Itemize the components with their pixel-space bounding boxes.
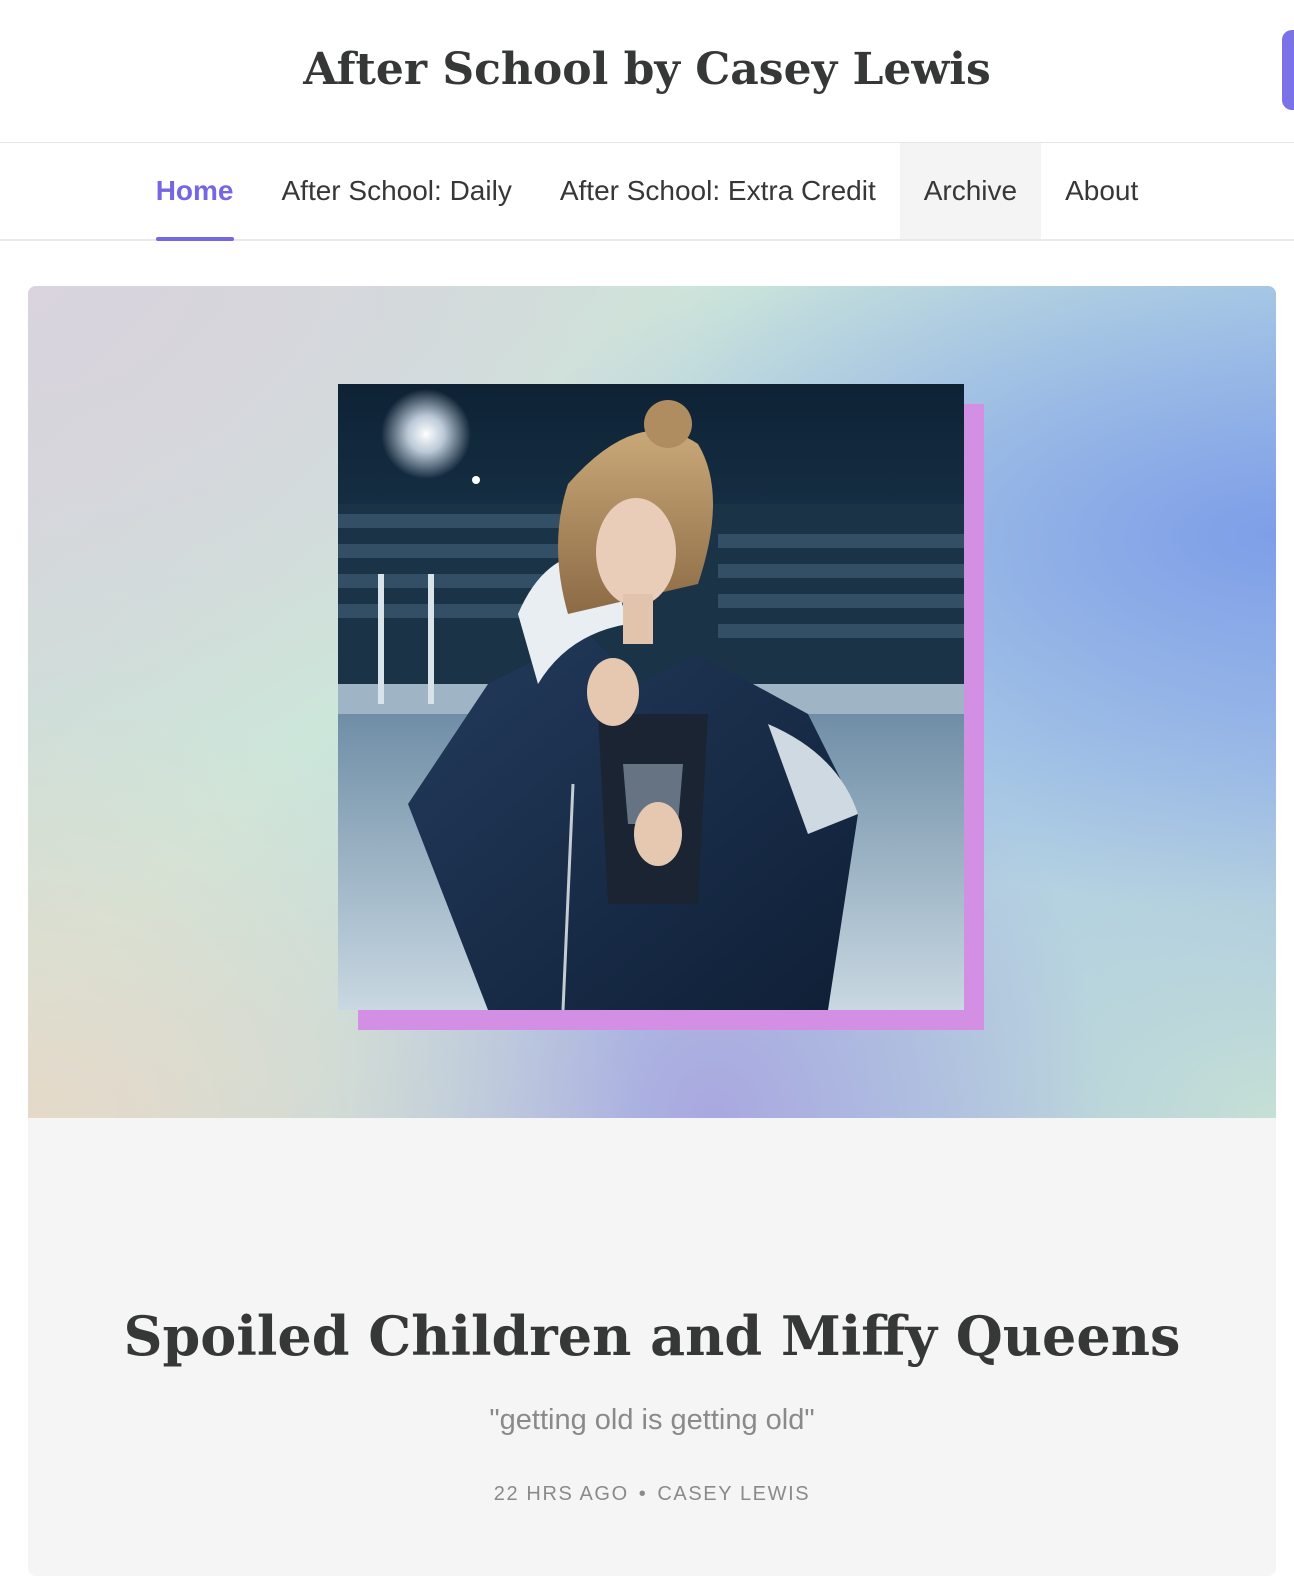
nav-tab-archive[interactable]: Archive	[899, 143, 1042, 239]
nav-tab-extra-credit[interactable]: After School: Extra Credit	[536, 143, 900, 239]
nav-tab-daily[interactable]: After School: Daily	[258, 143, 536, 239]
post-byline: 22 HRS AGO • CASEY LEWIS	[28, 1480, 1276, 1508]
site-header: After School by Casey Lewis	[0, 0, 1294, 143]
site-title[interactable]: After School by Casey Lewis	[0, 40, 1294, 100]
post-title[interactable]: Spoiled Children and Miffy Queens	[28, 1300, 1276, 1372]
featured-post-card[interactable]: Spoiled Children and Miffy Queens "getti…	[28, 286, 1276, 1576]
post-hero-image[interactable]	[28, 286, 1276, 1118]
post-subtitle: "getting old is getting old"	[489, 1404, 815, 1436]
main-navigation: Home After School: Daily After School: E…	[0, 143, 1294, 241]
post-time: 22 HRS AGO	[493, 1483, 629, 1505]
nav-tab-home[interactable]: Home	[132, 143, 258, 241]
cover-photo-illustration	[338, 389, 964, 1010]
post-author[interactable]: CASEY LEWIS	[657, 1483, 810, 1505]
byline-separator: •	[638, 1483, 648, 1505]
post-meta: Spoiled Children and Miffy Queens "getti…	[28, 1118, 1276, 1576]
subscribe-button[interactable]	[1282, 30, 1294, 110]
post-cover-photo	[338, 384, 964, 1010]
nav-tab-about[interactable]: About	[1041, 143, 1162, 239]
